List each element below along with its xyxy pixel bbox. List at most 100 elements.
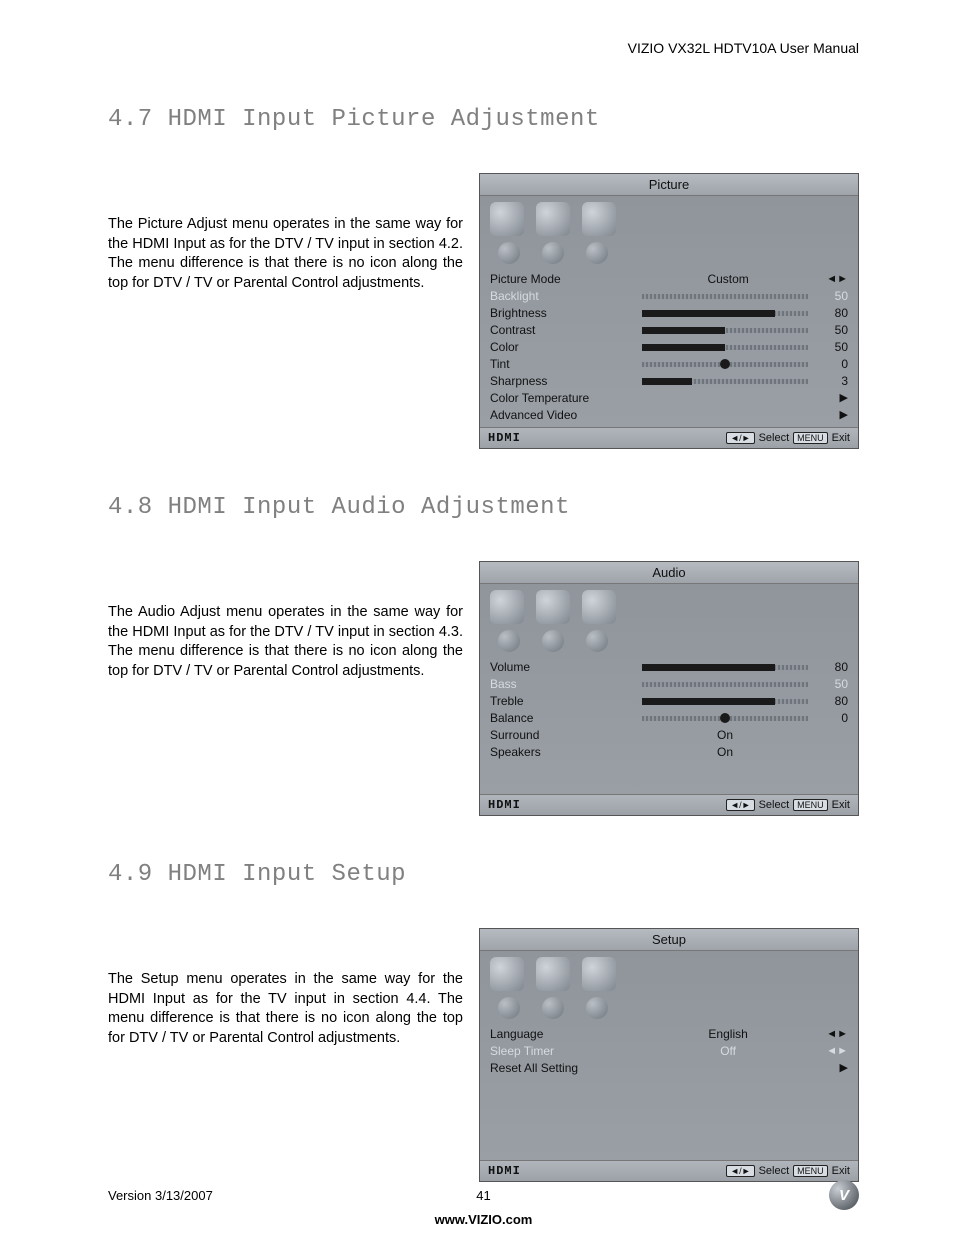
slider — [642, 292, 808, 300]
arrow-indicator-icon: ◄► — [826, 273, 848, 285]
row-label: Tint — [490, 357, 630, 371]
picture-menu-icons-row1 — [480, 196, 858, 242]
arrows-key-icon: ◄/► — [726, 432, 754, 444]
row-label: Picture Mode — [490, 272, 630, 286]
menu-key-icon: MENU — [793, 1165, 828, 1177]
row-label: Color Temperature — [490, 391, 630, 405]
menu-tab-icon — [582, 957, 616, 991]
menu-tab-icon — [490, 957, 524, 991]
row-picture-mode: Picture Mode Custom ◄► — [490, 270, 848, 287]
row-value: 50 — [820, 289, 848, 303]
section-4-7-title: 4.7 HDMI Input Picture Adjustment — [108, 106, 859, 133]
row-label: Sharpness — [490, 374, 630, 388]
section-4-7-text: The Picture Adjust menu operates in the … — [108, 173, 463, 293]
row-sleep-timer: Sleep Timer Off ◄► — [490, 1042, 848, 1059]
menu-sub-icon — [498, 997, 520, 1019]
section-4-8-title: 4.8 HDMI Input Audio Adjustment — [108, 494, 859, 521]
row-value: 0 — [820, 711, 848, 725]
menu-sub-icon — [542, 242, 564, 264]
row-surround: Surround On — [490, 726, 848, 743]
picture-menu-icons-row2 — [480, 242, 858, 268]
row-color: Color 50 — [490, 338, 848, 355]
row-label: Treble — [490, 694, 630, 708]
section-4-7: 4.7 HDMI Input Picture Adjustment The Pi… — [108, 106, 859, 449]
picture-menu-footer: HDMI ◄/► Select MENU Exit — [480, 427, 858, 448]
row-language: Language English ◄► — [490, 1025, 848, 1042]
picture-menu-title: Picture — [480, 174, 858, 196]
slider — [642, 663, 808, 671]
row-value: On — [636, 728, 814, 742]
page-footer: Version 3/13/2007 41 V www.VIZIO.com — [108, 1180, 859, 1227]
row-balance: Balance 0 — [490, 709, 848, 726]
row-speakers: Speakers On — [490, 743, 848, 760]
menu-key-icon: MENU — [793, 799, 828, 811]
footer-select-label: Select — [759, 432, 790, 444]
footer-select-label: Select — [759, 799, 790, 811]
slider — [642, 714, 808, 722]
row-label: Backlight — [490, 289, 630, 303]
row-value: Custom — [636, 272, 820, 286]
row-color-temperature: Color Temperature ▶ — [490, 389, 848, 406]
row-label: Advanced Video — [490, 408, 630, 422]
document-header: VIZIO VX32L HDTV10A User Manual — [108, 40, 859, 56]
audio-menu-screenshot: Audio Volume 80 — [479, 561, 859, 816]
row-value: 3 — [820, 374, 848, 388]
menu-tab-icon — [490, 590, 524, 624]
row-treble: Treble 80 — [490, 692, 848, 709]
setup-menu-screenshot: Setup Language English ◄► — [479, 928, 859, 1182]
row-value: 50 — [820, 677, 848, 691]
footer-exit-label: Exit — [832, 1165, 850, 1177]
audio-menu-icons-row1 — [480, 584, 858, 630]
audio-menu-footer: HDMI ◄/► Select MENU Exit — [480, 794, 858, 815]
submenu-arrow-icon: ▶ — [828, 1061, 848, 1074]
row-contrast: Contrast 50 — [490, 321, 848, 338]
section-4-8-text: The Audio Adjust menu operates in the sa… — [108, 561, 463, 681]
row-tint: Tint 0 — [490, 355, 848, 372]
row-label: Reset All Setting — [490, 1061, 630, 1075]
row-label: Surround — [490, 728, 630, 742]
footer-input-label: HDMI — [488, 798, 521, 812]
row-advanced-video: Advanced Video ▶ — [490, 406, 848, 423]
audio-menu-icons-row2 — [480, 630, 858, 656]
menu-tab-icon — [582, 202, 616, 236]
slider — [642, 360, 808, 368]
row-backlight: Backlight 50 — [490, 287, 848, 304]
row-sharpness: Sharpness 3 — [490, 372, 848, 389]
row-label: Brightness — [490, 306, 630, 320]
menu-tab-icon — [582, 590, 616, 624]
setup-menu-title: Setup — [480, 929, 858, 951]
audio-menu-title: Audio — [480, 562, 858, 584]
menu-tab-icon — [536, 202, 570, 236]
row-value: 80 — [820, 694, 848, 708]
footer-input-label: HDMI — [488, 431, 521, 445]
row-label: Language — [490, 1027, 630, 1041]
row-value: 50 — [820, 323, 848, 337]
footer-exit-label: Exit — [832, 799, 850, 811]
menu-sub-icon — [498, 630, 520, 652]
submenu-arrow-icon: ▶ — [828, 408, 848, 421]
row-value: 80 — [820, 306, 848, 320]
menu-sub-icon — [498, 242, 520, 264]
slider — [642, 680, 808, 688]
arrows-key-icon: ◄/► — [726, 1165, 754, 1177]
menu-sub-icon — [542, 997, 564, 1019]
vizio-logo-icon: V — [829, 1180, 859, 1210]
row-label: Color — [490, 340, 630, 354]
row-label: Speakers — [490, 745, 630, 759]
menu-sub-icon — [586, 997, 608, 1019]
row-brightness: Brightness 80 — [490, 304, 848, 321]
row-value: Off — [636, 1044, 820, 1058]
row-value: English — [636, 1027, 820, 1041]
row-value: 50 — [820, 340, 848, 354]
page-number: 41 — [476, 1188, 490, 1203]
slider — [642, 309, 808, 317]
arrow-indicator-icon: ◄► — [826, 1045, 848, 1057]
slider — [642, 343, 808, 351]
row-value: 80 — [820, 660, 848, 674]
row-reset-all: Reset All Setting ▶ — [490, 1059, 848, 1076]
menu-tab-icon — [490, 202, 524, 236]
setup-menu-icons-row1 — [480, 951, 858, 997]
arrows-key-icon: ◄/► — [726, 799, 754, 811]
section-4-9: 4.9 HDMI Input Setup The Setup menu oper… — [108, 861, 859, 1182]
section-4-9-text: The Setup menu operates in the same way … — [108, 928, 463, 1048]
